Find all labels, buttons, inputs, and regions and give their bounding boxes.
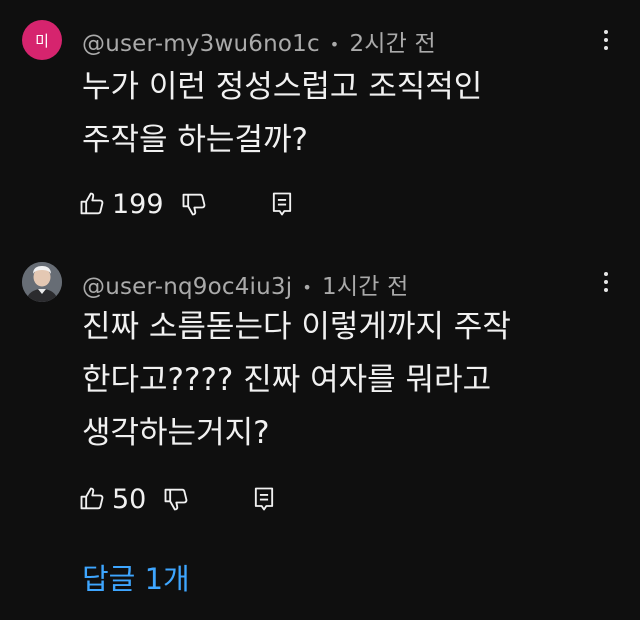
more-vertical-icon <box>604 30 608 34</box>
more-dot <box>604 38 608 42</box>
like-count: 50 <box>112 483 147 515</box>
comment-line: 진짜 소름돋는다 이렇게까지 주작 <box>82 309 511 345</box>
like-count: 199 <box>112 188 164 220</box>
more-dot <box>604 280 608 284</box>
reply-comment-icon[interactable] <box>250 485 278 513</box>
comment-line: 한다고???? 진짜 여자를 뭐라고 <box>82 362 492 398</box>
comment-line: 주작을 하는걸까? <box>82 122 308 158</box>
more-dot <box>604 288 608 292</box>
comment-line: 누가 이런 정성스럽고 조직적인 <box>82 69 483 105</box>
more-vertical-icon <box>604 272 608 276</box>
comment-text: 진짜 소름돋는다 이렇게까지 주작 한다고???? 진짜 여자를 뭐라고 생각하… <box>82 301 511 460</box>
comment-text: 누가 이런 정성스럽고 조직적인 주작을 하는걸까? <box>82 61 482 167</box>
comment-line: 생각하는거지? <box>82 415 270 451</box>
separator-dot: • <box>302 278 312 297</box>
separator-dot: • <box>329 35 340 54</box>
thumb-up-icon[interactable] <box>78 485 106 513</box>
comment-author[interactable]: @user-nq9oc4iu3j <box>82 274 292 300</box>
person-photo-icon <box>22 262 62 302</box>
comment-time[interactable]: 1시간 전 <box>322 274 408 300</box>
comment-meta: @user-nq9oc4iu3j • 1시간 전 <box>82 267 408 301</box>
thumb-down-icon[interactable] <box>162 485 190 513</box>
comment-meta: @user-my3wu6no1c • 2시간 전 <box>82 24 436 58</box>
comment-actions: 199 <box>78 186 296 222</box>
thumb-down-icon[interactable] <box>180 190 208 218</box>
more-options-button[interactable] <box>594 266 618 298</box>
avatar[interactable] <box>22 262 62 302</box>
thumb-up-icon[interactable] <box>78 190 106 218</box>
more-options-button[interactable] <box>594 24 618 56</box>
comment-author[interactable]: @user-my3wu6no1c <box>82 31 320 57</box>
avatar[interactable]: 미 <box>22 20 62 60</box>
comment-time[interactable]: 2시간 전 <box>349 31 435 57</box>
comment-actions: 50 <box>78 481 278 517</box>
reply-comment-icon[interactable] <box>268 190 296 218</box>
view-replies-button[interactable]: 답글 1개 <box>82 556 190 598</box>
avatar-letter: 미 <box>35 31 49 50</box>
more-dot <box>604 46 608 50</box>
